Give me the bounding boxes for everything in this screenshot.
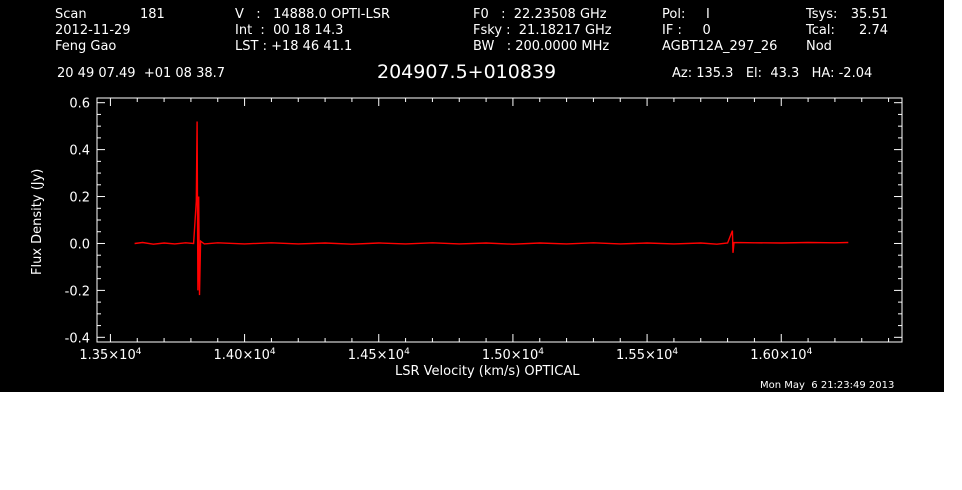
y-tick-label: 0.4: [69, 144, 90, 159]
x-tick-label: 1.55×104: [616, 347, 678, 363]
x-tick-label: 1.40×104: [214, 347, 276, 363]
plot-panel: Scan 181 2012-11-29 Feng Gao V : 14888.0…: [0, 0, 944, 392]
y-tick-label: 0.0: [69, 237, 90, 252]
x-tick-label: 1.50×104: [482, 347, 544, 363]
x-tick-label: 1.35×104: [79, 347, 141, 363]
y-tick-label: 0.6: [69, 97, 90, 112]
y-tick-label: 0.2: [69, 191, 90, 206]
spectrum-line: [134, 121, 849, 296]
x-tick-label: 1.45×104: [348, 347, 410, 363]
x-tick-label: 1.60×104: [750, 347, 812, 363]
spectrum-chart: 1.35×104 1.40×104 1.45×104 1.50×104 1.55×104…: [65, 97, 903, 363]
plot-frame: [96, 97, 903, 343]
y-tick-label: -0.4: [65, 331, 90, 346]
y-tick-label: -0.2: [65, 284, 90, 299]
